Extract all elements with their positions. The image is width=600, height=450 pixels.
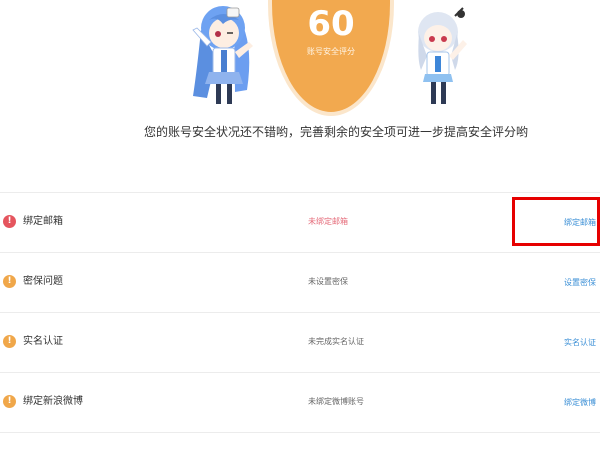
- alert-orange-icon: !: [3, 275, 16, 288]
- item-title: 实名认证: [23, 336, 63, 347]
- account-security-page: 60 账号安全评分 您的账号安全状况还不错哟，完善剩余的安全项可进一步提高安全评…: [0, 0, 600, 450]
- realname-verify-link[interactable]: 实名认证: [564, 337, 596, 349]
- security-item-realname: ! 实名认证 未完成实名认证 实名认证: [0, 312, 600, 372]
- item-title: 密保问题: [23, 276, 63, 287]
- alert-orange-icon: !: [3, 395, 16, 408]
- item-status: 未设置密保: [308, 277, 348, 286]
- security-score-header: 60 账号安全评分 您的账号安全状况还不错哟，完善剩余的安全项可进一步提高安全评…: [0, 0, 600, 160]
- item-status: 未绑定微博账号: [308, 397, 364, 406]
- alert-orange-icon: !: [3, 335, 16, 348]
- alert-red-icon: !: [3, 215, 16, 228]
- security-summary-text: 您的账号安全状况还不错哟，完善剩余的安全项可进一步提高安全评分哟: [143, 125, 528, 139]
- bind-email-link[interactable]: 绑定邮箱: [564, 217, 596, 229]
- item-title: 绑定新浪微博: [23, 396, 83, 407]
- bind-weibo-link[interactable]: 绑定微博: [564, 397, 596, 409]
- security-item-email: ! 绑定邮箱 未绑定邮箱 绑定邮箱: [0, 192, 600, 252]
- item-status: 未完成实名认证: [308, 337, 364, 346]
- mascot-left-illustration: [192, 6, 253, 104]
- security-score-value: 60: [307, 4, 355, 44]
- security-items-list: ! 绑定邮箱 未绑定邮箱 绑定邮箱 ! 密保问题 未设置密保 设置密保 ! 实名…: [0, 192, 600, 433]
- set-security-question-link[interactable]: 设置密保: [564, 277, 596, 289]
- security-score-label: 账号安全评分: [307, 47, 355, 56]
- security-item-question: ! 密保问题 未设置密保 设置密保: [0, 252, 600, 312]
- item-title: 绑定邮箱: [23, 216, 63, 227]
- mascot-right-illustration: [418, 7, 467, 104]
- security-item-weibo: ! 绑定新浪微博 未绑定微博账号 绑定微博: [0, 372, 600, 433]
- item-status: 未绑定邮箱: [308, 217, 348, 226]
